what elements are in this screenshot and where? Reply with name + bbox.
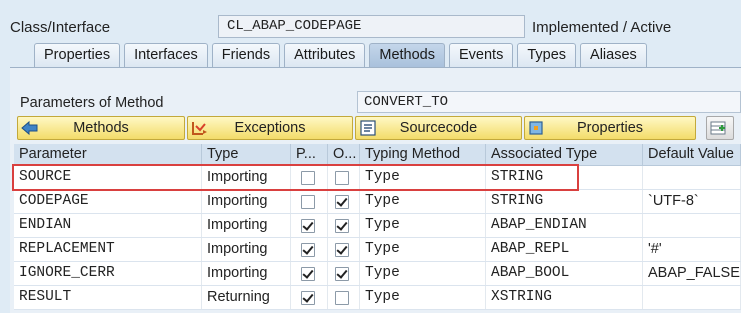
parameter-name-cell[interactable]: SOURCE [14,166,202,189]
typing-method-cell[interactable]: Type [360,262,486,285]
exceptions-button-label: Exceptions [234,120,306,136]
table-row[interactable]: SOURCE Importing Type STRING [14,166,741,190]
pass-value-cell [291,190,328,213]
typing-method-cell[interactable]: Type [360,238,486,261]
optional-checkbox[interactable] [335,171,349,185]
tab-friends[interactable]: Friends [211,43,281,67]
column-header-pass-value[interactable]: P... [291,144,328,165]
default-value-cell[interactable] [643,166,741,189]
optional-cell [328,214,360,237]
optional-cell [328,286,360,309]
class-name-field[interactable]: CL_ABAP_CODEPAGE [218,15,525,38]
sourcecode-icon [359,120,377,136]
column-header-default-value[interactable]: Default Value [643,144,741,165]
parameters-of-method-label: Parameters of Method [20,95,164,111]
column-header-associated-type[interactable]: Associated Type [486,144,643,165]
tab-methods[interactable]: Methods [369,43,445,67]
pass-value-checkbox[interactable] [301,291,315,305]
default-value-cell[interactable]: ABAP_FALSE [643,262,741,285]
insert-row-button[interactable] [706,116,734,140]
tab-properties[interactable]: Properties [34,43,121,67]
table-row[interactable]: IGNORE_CERR Importing Type ABAP_BOOL ABA… [14,262,741,286]
class-interface-label: Class/Interface [10,19,111,36]
optional-cell [328,262,360,285]
pass-value-cell [291,166,328,189]
parameter-name-cell[interactable]: CODEPAGE [14,190,202,213]
pass-value-checkbox[interactable] [301,267,315,281]
tab-aliases[interactable]: Aliases [580,43,647,67]
default-value-cell[interactable]: `UTF-8` [643,190,741,213]
column-header-type[interactable]: Type [202,144,291,165]
method-name-field[interactable]: CONVERT_TO [357,91,741,113]
parameter-type-cell[interactable]: Importing [202,214,291,237]
pass-value-checkbox[interactable] [301,219,315,233]
optional-checkbox[interactable] [335,267,349,281]
parameter-type-cell[interactable]: Importing [202,190,291,213]
properties-icon [528,120,546,136]
parameter-name-cell[interactable]: ENDIAN [14,214,202,237]
table-row[interactable]: RESULT Returning Type XSTRING [14,286,741,310]
parameter-name-cell[interactable]: REPLACEMENT [14,238,202,261]
tab-interfaces[interactable]: Interfaces [124,43,208,67]
properties-button-label: Properties [576,120,644,136]
optional-cell [328,238,360,261]
tab-strip: Properties Interfaces Friends Attributes… [34,43,651,67]
table-row[interactable]: REPLACEMENT Importing Type ABAP_REPL '#' [14,238,741,262]
optional-checkbox[interactable] [335,243,349,257]
optional-checkbox[interactable] [335,291,349,305]
tab-events[interactable]: Events [449,43,514,67]
pass-value-checkbox[interactable] [301,171,315,185]
pass-value-cell [291,262,328,285]
methods-button-label: Methods [73,120,129,136]
pass-value-cell [291,238,328,261]
exceptions-button[interactable]: Exceptions [187,116,353,140]
default-value-cell[interactable]: '#' [643,238,741,261]
back-arrow-icon [21,120,39,136]
default-value-cell[interactable] [643,214,741,237]
class-status-text: Implemented / Active [532,19,672,36]
optional-checkbox[interactable] [335,195,349,209]
pass-value-cell [291,286,328,309]
pass-value-checkbox[interactable] [301,195,315,209]
parameter-type-cell[interactable]: Importing [202,262,291,285]
typing-method-cell[interactable]: Type [360,166,486,189]
parameter-name-cell[interactable]: RESULT [14,286,202,309]
associated-type-cell[interactable]: XSTRING [486,286,643,309]
table-row[interactable]: ENDIAN Importing Type ABAP_ENDIAN [14,214,741,238]
column-header-typing-method[interactable]: Typing Method [360,144,486,165]
sourcecode-button[interactable]: Sourcecode [355,116,522,140]
parameter-type-cell[interactable]: Returning [202,286,291,309]
parameter-type-cell[interactable]: Importing [202,166,291,189]
insert-row-icon [710,120,728,136]
tab-types[interactable]: Types [517,43,577,67]
default-value-cell[interactable] [643,286,741,309]
pass-value-cell [291,214,328,237]
table-row[interactable]: CODEPAGE Importing Type STRING `UTF-8` [14,190,741,214]
typing-method-cell[interactable]: Type [360,190,486,213]
optional-cell [328,166,360,189]
typing-method-cell[interactable]: Type [360,286,486,309]
parameter-name-cell[interactable]: IGNORE_CERR [14,262,202,285]
properties-button[interactable]: Properties [524,116,696,140]
table-header-row: Parameter Type P... O... Typing Method A… [14,144,741,166]
associated-type-cell[interactable]: ABAP_REPL [486,238,643,261]
parameter-type-cell[interactable]: Importing [202,238,291,261]
optional-checkbox[interactable] [335,219,349,233]
typing-method-cell[interactable]: Type [360,214,486,237]
associated-type-cell[interactable]: ABAP_ENDIAN [486,214,643,237]
pass-value-checkbox[interactable] [301,243,315,257]
sourcecode-button-label: Sourcecode [399,120,478,136]
optional-cell [328,190,360,213]
tab-attributes[interactable]: Attributes [284,43,366,67]
methods-button[interactable]: Methods [17,116,185,140]
column-header-parameter[interactable]: Parameter [14,144,202,165]
column-header-optional[interactable]: O... [328,144,360,165]
associated-type-cell[interactable]: ABAP_BOOL [486,262,643,285]
associated-type-cell[interactable]: STRING [486,190,643,213]
associated-type-cell[interactable]: STRING [486,166,643,189]
exceptions-icon [191,120,209,136]
